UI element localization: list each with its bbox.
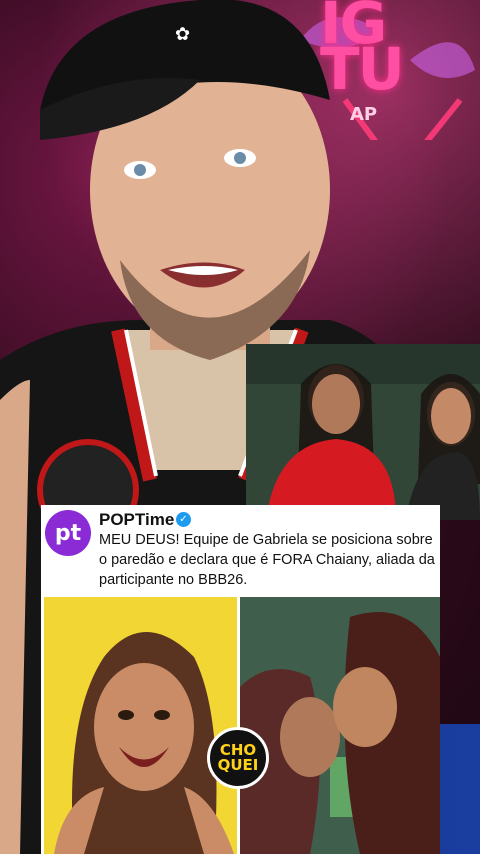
svg-text:✿: ✿ (175, 24, 190, 45)
account-avatar[interactable]: pt (45, 510, 91, 556)
inset-participants-photo (246, 344, 480, 520)
post-header: pt POPTime ✓ MEU DEUS! Equipe de Gabriel… (41, 505, 440, 597)
post-photo-left[interactable] (44, 597, 237, 854)
verified-check-icon: ✓ (176, 512, 191, 527)
post-photo-right[interactable] (240, 597, 440, 854)
news-post-card[interactable]: pt POPTime ✓ MEU DEUS! Equipe de Gabriel… (41, 505, 440, 854)
badge-line-2: QUEI (217, 756, 259, 774)
post-text: MEU DEUS! Equipe de Gabriela se posicion… (99, 532, 435, 588)
account-name[interactable]: POPTime (99, 510, 174, 530)
choquei-badge: CHO QUEI (207, 727, 269, 789)
